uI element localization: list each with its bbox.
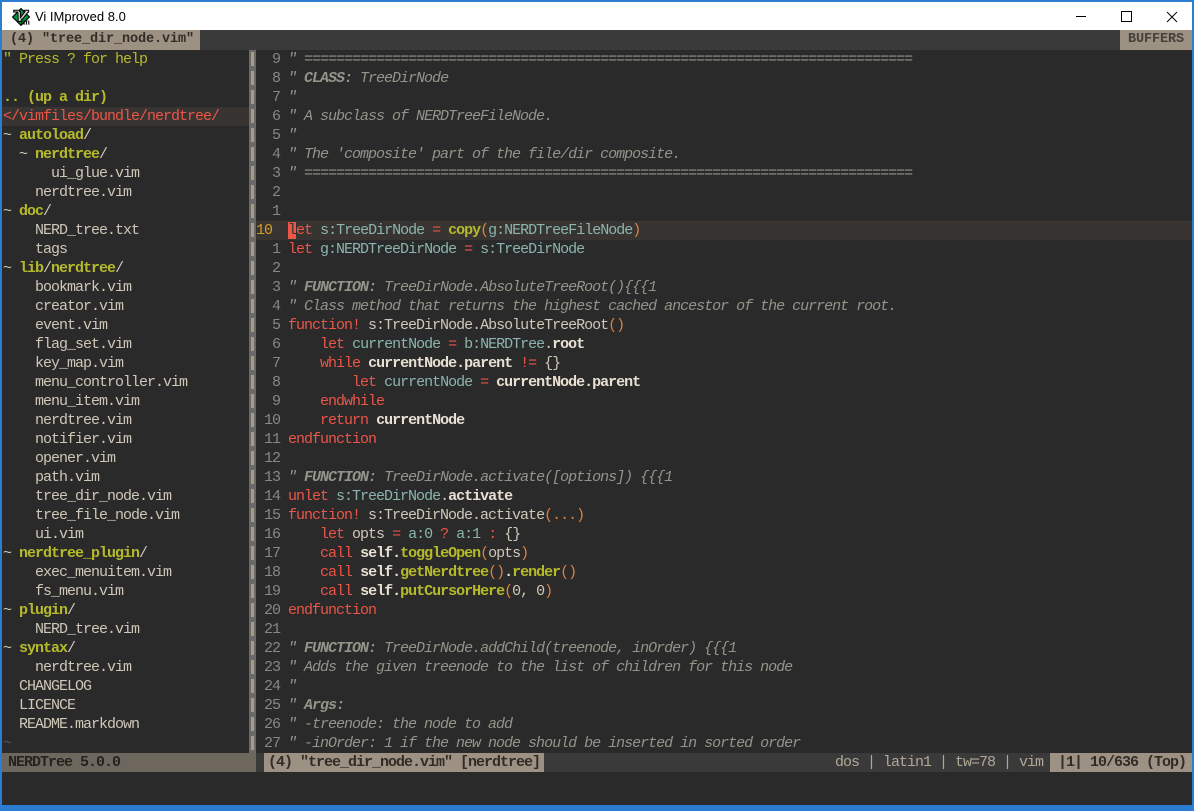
svg-text:im: im	[21, 16, 30, 26]
